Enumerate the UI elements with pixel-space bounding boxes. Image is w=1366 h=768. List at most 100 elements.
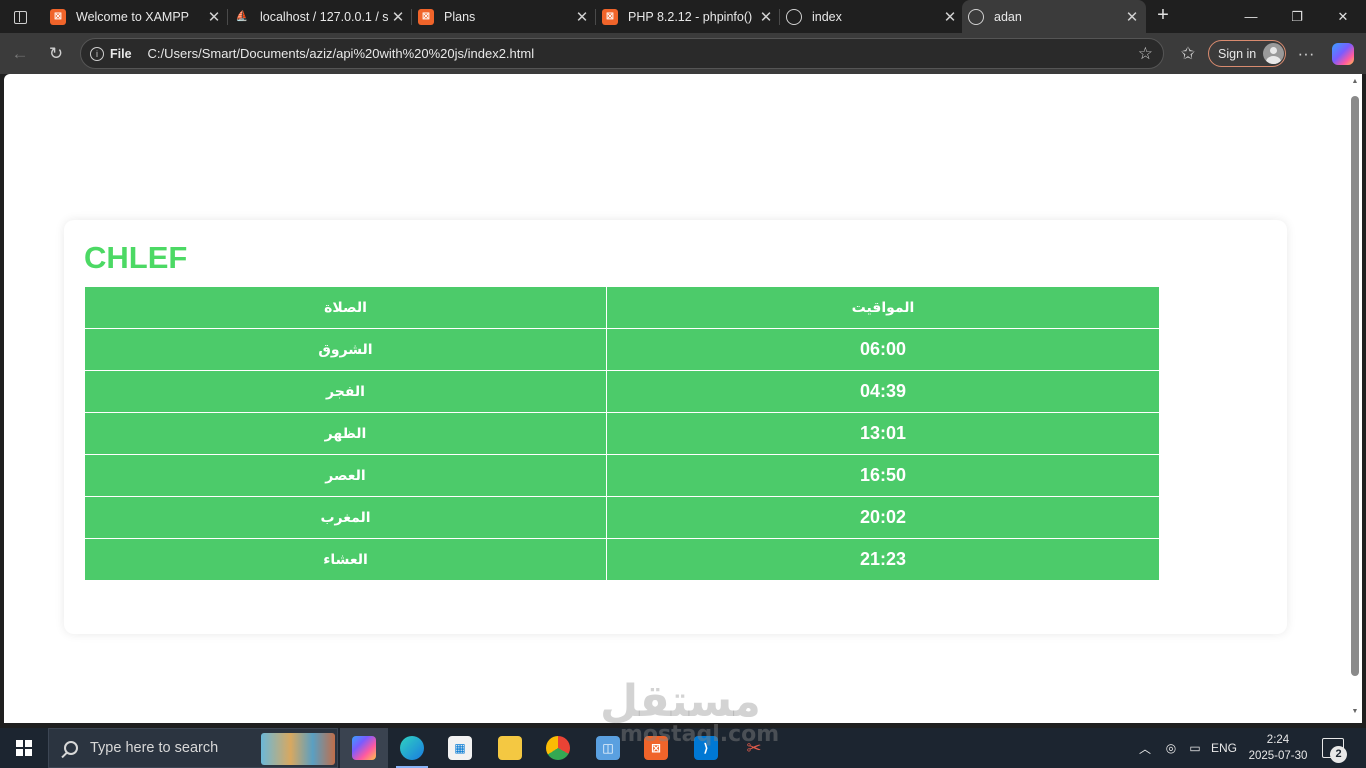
close-tab-icon[interactable]: ✕ <box>1122 8 1142 26</box>
control-panel-icon: ◫ <box>596 736 620 760</box>
system-clock[interactable]: 2:24 2025-07-30 <box>1240 732 1316 764</box>
table-row: الفجر 04:39 <box>84 370 1160 413</box>
prayer-time: 16:50 <box>606 454 1160 497</box>
tab-index[interactable]: index ✕ <box>780 0 964 33</box>
tab-xampp-welcome[interactable]: ⊠ Welcome to XAMPP ✕ <box>44 0 228 33</box>
close-tab-icon[interactable]: ✕ <box>204 8 224 26</box>
search-placeholder: Type here to search <box>90 740 219 756</box>
chrome-icon <box>546 736 570 760</box>
prayer-name: العشاء <box>84 538 607 581</box>
restore-icon[interactable]: ❐ <box>1274 0 1320 33</box>
table-row: العصر 16:50 <box>84 454 1160 497</box>
prayer-time: 04:39 <box>606 370 1160 413</box>
new-tab-icon[interactable]: + <box>1152 5 1174 27</box>
page-scrollbar[interactable]: ▲ ▼ <box>1348 74 1362 723</box>
scrollbar-thumb[interactable] <box>1351 96 1359 676</box>
table-header-row: الصلاة المواقيت <box>84 286 1160 329</box>
search-highlight-image[interactable] <box>261 733 335 765</box>
clock-time: 2:24 <box>1266 734 1290 746</box>
address-bar[interactable]: i File C:/Users/Smart/Documents/aziz/api… <box>80 38 1164 69</box>
windows-logo-icon <box>16 740 32 756</box>
tab-title: PHP 8.2.12 - phpinfo() <box>628 9 753 24</box>
folder-icon <box>498 736 522 760</box>
start-button[interactable] <box>0 728 48 768</box>
store-app[interactable]: ▦ <box>436 728 484 768</box>
tab-plans[interactable]: ⊠ Plans ✕ <box>412 0 596 33</box>
prayer-times-table: الصلاة المواقيت الشروق 06:00 الفجر 04:39… <box>84 286 1160 581</box>
favorite-star-icon[interactable]: ☆ <box>1138 44 1153 64</box>
prayer-name: العصر <box>84 454 607 497</box>
battery-icon[interactable]: ▭ <box>1184 728 1206 768</box>
prayer-name: المغرب <box>84 496 607 539</box>
page-viewport: CHLEF الصلاة المواقيت الشروق 06:00 الفجر… <box>4 74 1348 723</box>
copilot-app[interactable] <box>340 728 388 768</box>
tab-title: localhost / 127.0.0.1 / s <box>260 9 388 24</box>
sign-in-label: Sign in <box>1218 46 1257 61</box>
prayer-card: CHLEF الصلاة المواقيت الشروق 06:00 الفجر… <box>64 220 1287 634</box>
tab-phpinfo[interactable]: ⊠ PHP 8.2.12 - phpinfo() ✕ <box>596 0 780 33</box>
avatar-icon <box>1263 43 1285 64</box>
close-tab-icon[interactable]: ✕ <box>756 8 776 26</box>
table-row: الشروق 06:00 <box>84 328 1160 371</box>
url-text[interactable]: C:/Users/Smart/Documents/aziz/api%20with… <box>148 46 535 61</box>
time-column-header: المواقيت <box>606 286 1160 329</box>
tab-phpmyadmin[interactable]: ⛵ localhost / 127.0.0.1 / s ✕ <box>228 0 412 33</box>
prayer-time: 06:00 <box>606 328 1160 371</box>
file-explorer-app[interactable] <box>486 728 534 768</box>
tab-title: adan <box>994 9 1022 24</box>
clock-date: 2025-07-30 <box>1248 750 1308 762</box>
table-row: المغرب 20:02 <box>84 496 1160 539</box>
prayer-time: 13:01 <box>606 412 1160 455</box>
favorites-icon[interactable]: ✩ <box>1176 42 1200 66</box>
tab-title: index <box>812 9 842 24</box>
store-icon: ▦ <box>448 736 472 760</box>
prayer-name: الظهر <box>84 412 607 455</box>
table-row: الظهر 13:01 <box>84 412 1160 455</box>
close-tab-icon[interactable]: ✕ <box>940 8 960 26</box>
watermark-logo: مستقل <box>600 676 761 727</box>
meet-now-icon[interactable]: ◎ <box>1160 728 1182 768</box>
city-title: CHLEF <box>84 240 188 275</box>
search-icon <box>64 741 78 755</box>
taskbar: Type here to search ▦ ◫ ⊠ ⟩ ✂ mostaql.co… <box>0 722 1366 768</box>
tray-overflow-icon[interactable]: ︿ <box>1136 728 1154 768</box>
minimize-icon[interactable]: — <box>1228 0 1274 33</box>
prayer-column-header: الصلاة <box>84 286 607 329</box>
close-tab-icon[interactable]: ✕ <box>388 8 408 26</box>
scroll-up-icon[interactable]: ▲ <box>1351 78 1359 85</box>
watermark-domain: mostaql.com <box>620 722 780 747</box>
info-icon[interactable]: i <box>90 46 104 61</box>
globe-icon <box>968 8 984 25</box>
prayer-name: الفجر <box>84 370 607 413</box>
chrome-app[interactable] <box>534 728 582 768</box>
copilot-app-icon <box>352 736 376 760</box>
close-window-icon[interactable]: ✕ <box>1320 0 1366 33</box>
sign-in-button[interactable]: Sign in <box>1208 40 1286 67</box>
tab-title: Welcome to XAMPP <box>76 9 190 24</box>
notification-count-badge: 2 <box>1330 746 1347 763</box>
edge-app[interactable] <box>388 728 436 768</box>
table-row: العشاء 21:23 <box>84 538 1160 581</box>
prayer-time: 20:02 <box>606 496 1160 539</box>
back-icon[interactable]: ← <box>7 42 33 66</box>
xampp-icon: ⊠ <box>418 8 434 25</box>
browser-toolbar: ← ↻ i File C:/Users/Smart/Documents/aziz… <box>0 33 1366 74</box>
tab-strip: ⊠ Welcome to XAMPP ✕ ⛵ localhost / 127.0… <box>0 0 1366 33</box>
prayer-name: الشروق <box>84 328 607 371</box>
edge-icon <box>400 736 424 760</box>
language-indicator[interactable]: ENG <box>1208 728 1240 768</box>
phpmyadmin-icon: ⛵ <box>235 11 249 22</box>
refresh-icon[interactable]: ↻ <box>43 42 69 66</box>
close-tab-icon[interactable]: ✕ <box>572 8 592 26</box>
copilot-icon[interactable] <box>1332 43 1354 65</box>
globe-icon <box>786 8 802 25</box>
taskbar-search[interactable]: Type here to search <box>48 728 338 768</box>
more-menu-icon[interactable]: ··· <box>1294 42 1318 66</box>
tab-title: Plans <box>444 9 476 24</box>
protocol-label: File <box>110 46 132 61</box>
prayer-time: 21:23 <box>606 538 1160 581</box>
tab-actions-icon[interactable] <box>8 6 32 28</box>
xampp-icon: ⊠ <box>50 8 66 25</box>
scroll-down-icon[interactable]: ▼ <box>1351 708 1359 715</box>
tab-adan[interactable]: adan ✕ <box>962 0 1146 33</box>
